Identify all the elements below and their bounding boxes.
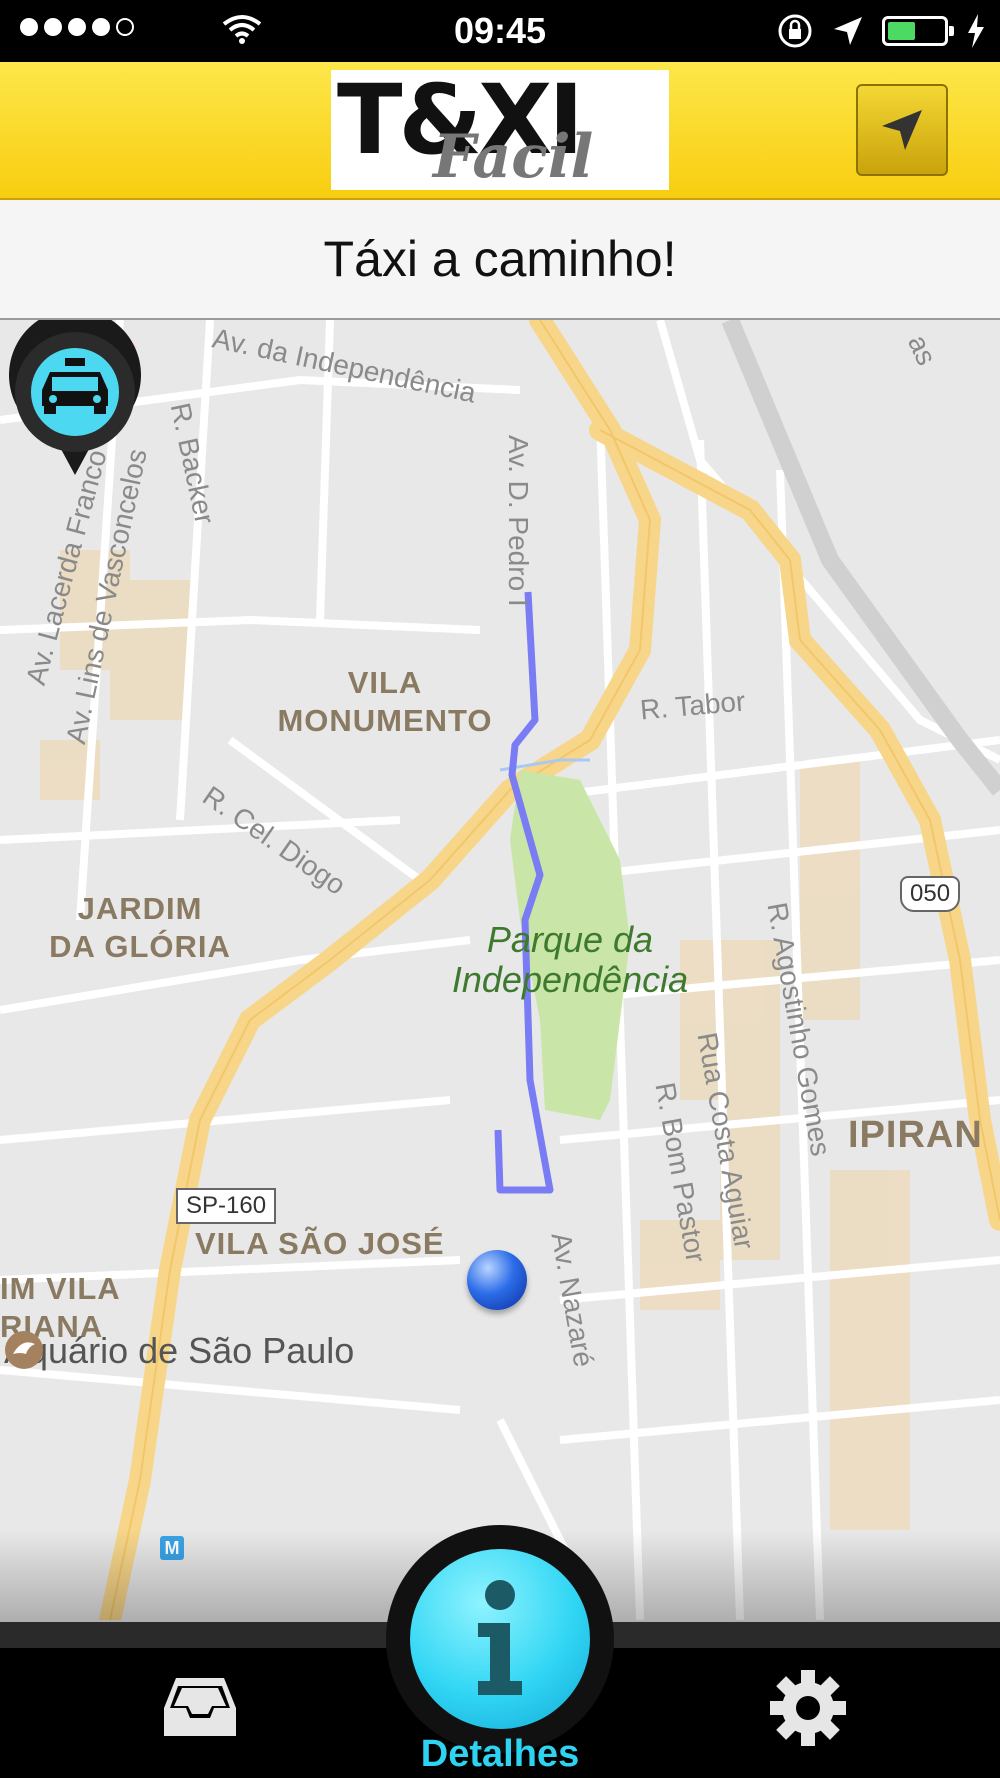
navigation-arrow-icon [882,110,922,150]
map-area-label: VILA MONUMENTO [277,665,493,738]
details-button-face [410,1549,590,1729]
map-area-label: VILA SÃO JOSÉ [195,1226,445,1261]
logo-sub-text: Facil [433,122,594,192]
ride-status-text: Táxi a caminho! [323,231,677,287]
park-label: Parque da Independência [451,919,689,1000]
battery-icon [882,16,954,46]
map-area-label: JARDIM DA GLÓRIA [49,891,231,964]
road-shield-050: 050 [900,876,961,912]
status-bar: 09:45 [0,0,1000,62]
map-street-label: Av. D. Pedro I [503,435,534,607]
map-area-label: IPIRAN [848,1114,983,1156]
app-header: T&XI Facil [0,62,1000,200]
taxi-facil-logo: T&XI Facil [331,64,669,192]
details-label[interactable]: Detalhes [0,1733,1000,1776]
rotation-lock-icon [778,14,812,48]
details-button[interactable] [386,1525,614,1753]
ride-status-banner: Táxi a caminho! [0,200,1000,320]
charging-bolt-icon [968,14,984,48]
location-arrow-icon [834,17,862,45]
map-view[interactable]: Av. da Independência R. Backer Av. Lacer… [0,320,1000,1620]
aquarium-icon [5,1331,43,1369]
poi-label[interactable]: Aquário de São Paulo [4,1330,354,1372]
user-location-marker[interactable] [467,1250,527,1310]
info-icon [478,1580,522,1695]
taxi-location-marker[interactable] [0,320,150,490]
inbox-icon[interactable] [162,1674,238,1738]
road-shield-sp160: SP-160 [176,1188,277,1224]
locate-me-button[interactable] [856,84,948,176]
